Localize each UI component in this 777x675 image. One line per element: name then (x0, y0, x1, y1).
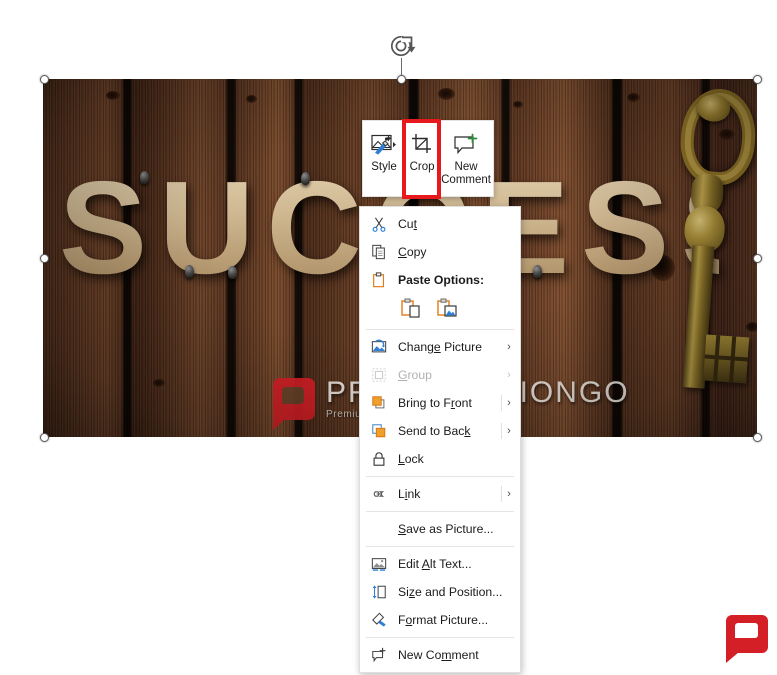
chevron-right-icon: › (507, 397, 511, 409)
menu-item-link-label: Link (398, 487, 421, 501)
menu-item-paste-options-label: Paste Options: (398, 273, 485, 287)
menu-item-lock-label: Lock (398, 452, 424, 466)
menu-item-link[interactable]: Link › (360, 480, 520, 508)
menu-item-copy[interactable]: Copy (360, 238, 520, 266)
menu-separator (366, 637, 514, 638)
format-picture-icon (368, 611, 390, 629)
handle-bottom-left[interactable] (39, 432, 49, 442)
handle-top-left[interactable] (39, 74, 49, 84)
mini-toolbar-style-button[interactable]: Style (365, 126, 403, 174)
paste-keep-source-button[interactable] (398, 296, 424, 321)
new-comment-icon (368, 646, 390, 664)
handle-top-right[interactable] (752, 74, 762, 84)
menu-item-paste-options: Paste Options: (360, 266, 520, 294)
send-to-back-icon (368, 422, 390, 440)
chevron-right-icon: › (507, 488, 511, 500)
picture-mini-toolbar[interactable]: Style Crop New Comment (362, 120, 494, 197)
chevron-right-icon: › (507, 369, 511, 381)
picture-context-menu[interactable]: Cut Copy Paste Options: Change Picture ›… (359, 206, 521, 673)
none-icon (368, 520, 390, 538)
handle-middle-left[interactable] (39, 253, 49, 263)
rotate-icon[interactable] (389, 34, 416, 59)
scissors-icon (368, 215, 390, 233)
menu-separator (366, 546, 514, 547)
mini-toolbar-new-comment-label: New Comment (441, 161, 491, 186)
picture-style-icon (370, 130, 398, 158)
new-comment-icon (453, 130, 479, 158)
size-position-icon (368, 583, 390, 601)
handle-top-center[interactable] (396, 74, 406, 84)
menu-item-change-picture[interactable]: Change Picture › (360, 333, 520, 361)
menu-item-send-to-back[interactable]: Send to Back › (360, 417, 520, 445)
mini-toolbar-style-label: Style (371, 161, 397, 173)
menu-item-send-to-back-label: Send to Back (398, 424, 471, 438)
menu-separator (366, 329, 514, 330)
paste-picture-button[interactable] (434, 296, 460, 321)
chevron-right-icon: › (507, 341, 511, 353)
link-icon (368, 485, 390, 503)
handle-middle-right[interactable] (752, 253, 762, 263)
menu-item-edit-alt-text[interactable]: Edit Alt Text... (360, 550, 520, 578)
change-picture-icon (368, 338, 390, 356)
group-icon (368, 366, 390, 384)
bring-to-front-icon (368, 394, 390, 412)
alt-text-icon (368, 555, 390, 573)
menu-item-new-comment[interactable]: New Comment (360, 641, 520, 669)
menu-item-cut-label: Cut (398, 217, 417, 231)
menu-item-save-as-picture[interactable]: Save as Picture... (360, 515, 520, 543)
menu-item-bring-to-front[interactable]: Bring to Front › (360, 389, 520, 417)
slide-canvas[interactable]: SUCCESS PRESENTATIONGO Pr (0, 0, 777, 675)
menu-item-format-picture-label: Format Picture... (398, 613, 489, 627)
menu-item-edit-alt-text-label: Edit Alt Text... (398, 557, 472, 571)
chevron-right-icon: › (507, 425, 511, 437)
menu-separator (366, 511, 514, 512)
menu-item-cut[interactable]: Cut (360, 210, 520, 238)
menu-separator (366, 476, 514, 477)
menu-item-bring-to-front-label: Bring to Front (398, 396, 472, 410)
mini-toolbar-new-comment-button[interactable]: New Comment (441, 126, 491, 187)
mini-toolbar-crop-button[interactable]: Crop (403, 126, 441, 174)
menu-item-change-picture-label: Change Picture (398, 340, 483, 354)
menu-item-new-comment-label: New Comment (398, 648, 479, 662)
clipboard-icon (368, 271, 390, 289)
brand-logo (726, 615, 770, 663)
lock-icon (368, 450, 390, 468)
mini-toolbar-crop-label: Crop (409, 161, 435, 173)
paste-options-row[interactable] (360, 294, 520, 326)
menu-item-size-and-position-label: Size and Position... (398, 585, 503, 599)
menu-item-save-as-picture-label: Save as Picture... (398, 522, 494, 536)
menu-item-size-and-position[interactable]: Size and Position... (360, 578, 520, 606)
menu-item-lock[interactable]: Lock (360, 445, 520, 473)
menu-item-copy-label: Copy (398, 245, 427, 259)
handle-bottom-right[interactable] (752, 432, 762, 442)
menu-item-group: Group › (360, 361, 520, 389)
p-speech-bubble-logo (726, 615, 768, 653)
copy-icon (368, 243, 390, 261)
crop-icon (410, 130, 434, 158)
logo-tail (726, 652, 739, 663)
menu-item-group-label: Group (398, 368, 432, 382)
menu-item-format-picture[interactable]: Format Picture... (360, 606, 520, 634)
